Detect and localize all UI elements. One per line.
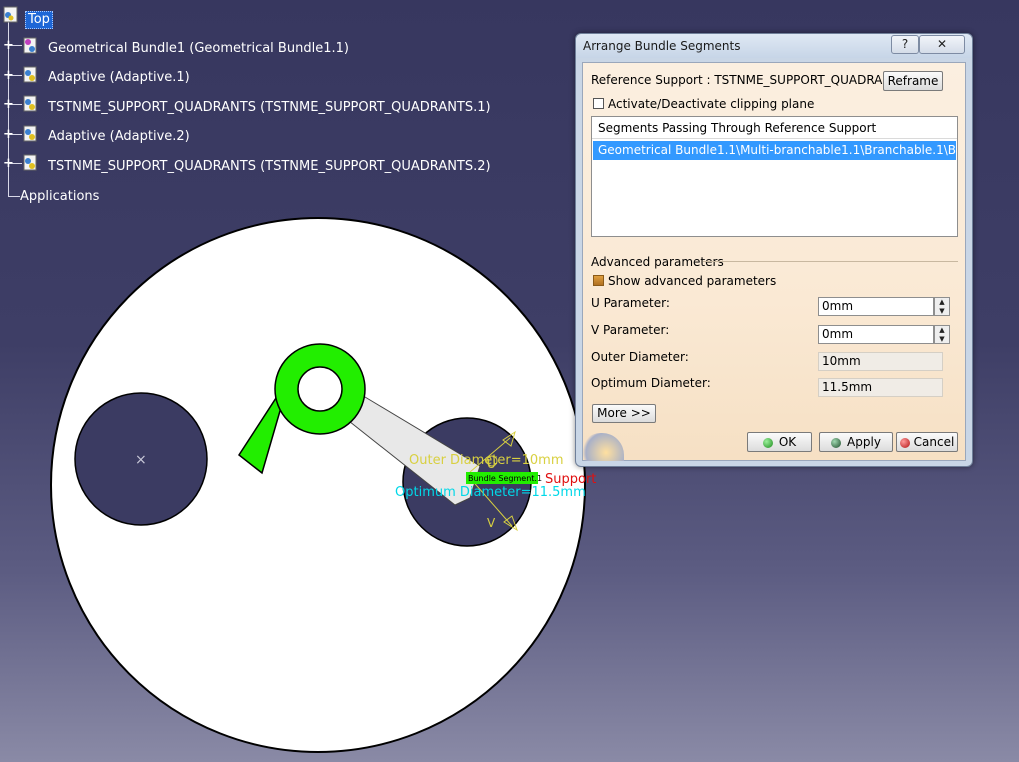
reframe-button[interactable]: Reframe <box>883 71 943 91</box>
tree-node-label[interactable]: TSTNME_SUPPORT_QUADRANTS (TSTNME_SUPPORT… <box>48 100 491 115</box>
optimum-diameter-annotation: Optimum Diameter=11.5mm <box>395 485 586 500</box>
u-label: U <box>487 457 496 471</box>
product-root-icon[interactable] <box>2 6 20 24</box>
tree-root-top[interactable]: Top <box>25 11 53 29</box>
tree-node-label[interactable]: Adaptive (Adaptive.1) <box>48 70 190 85</box>
clipping-plane-checkbox[interactable] <box>593 98 604 109</box>
apply-button[interactable]: Apply <box>819 432 893 452</box>
v-parameter-spinner[interactable]: ▲ ▼ <box>934 325 950 344</box>
v-label: V <box>487 516 496 530</box>
adaptive-ring-hole <box>297 366 343 412</box>
spin-down-icon[interactable]: ▼ <box>935 335 949 343</box>
applications-node-label[interactable]: Applications <box>20 189 99 204</box>
tree-node-label[interactable]: Adaptive (Adaptive.2) <box>48 129 190 144</box>
tree-node-label[interactable]: Geometrical Bundle1 (Geometrical Bundle1… <box>48 41 349 56</box>
cancel-button[interactable]: Cancel <box>896 432 958 452</box>
spin-up-icon[interactable]: ▲ <box>935 298 949 306</box>
optimum-diameter-label: Optimum Diameter: <box>591 376 711 390</box>
expand-icon[interactable]: + <box>3 98 14 111</box>
expand-icon[interactable]: + <box>3 69 14 82</box>
specification-tree: Top + Geometrical Bundle1 (Geometrical B… <box>0 0 560 215</box>
dialog-titlebar[interactable]: Arrange Bundle Segments ? ✕ <box>576 34 972 58</box>
close-button[interactable]: ✕ <box>919 35 965 54</box>
part-icon <box>23 95 37 112</box>
arrange-bundle-segments-dialog: Arrange Bundle Segments ? ✕ Reference Su… <box>575 33 973 467</box>
v-parameter-field[interactable]: 0mm <box>818 325 934 344</box>
clipping-plane-label[interactable]: Activate/Deactivate clipping plane <box>608 97 814 111</box>
segments-list-header: Segments Passing Through Reference Suppo… <box>592 117 957 139</box>
geometrical-bundle-icon <box>23 37 37 54</box>
ok-label: OK <box>778 435 797 449</box>
part-icon <box>23 125 37 142</box>
expand-icon[interactable]: + <box>3 157 14 170</box>
globe-decoration-icon <box>579 433 624 461</box>
show-advanced-label[interactable]: Show advanced parameters <box>608 274 776 288</box>
dialog-title: Arrange Bundle Segments <box>583 39 741 53</box>
apply-icon <box>831 437 842 448</box>
part-icon <box>23 154 37 171</box>
tree-branch-line <box>8 196 20 197</box>
advanced-parameters-title: Advanced parameters <box>591 255 724 269</box>
tree-node-label[interactable]: TSTNME_SUPPORT_QUADRANTS (TSTNME_SUPPORT… <box>48 159 491 174</box>
apply-label: Apply <box>847 435 881 449</box>
support-annotation: Support <box>545 472 596 487</box>
segments-list-item[interactable]: Geometrical Bundle1.1\Multi-branchable1.… <box>593 141 956 160</box>
part-icon <box>23 66 37 83</box>
expand-icon[interactable]: + <box>3 39 14 52</box>
outer-diameter-label: Outer Diameter: <box>591 350 689 364</box>
bundle-segment-tag: Bundle Segment.1 <box>468 474 542 483</box>
show-advanced-checkbox[interactable] <box>593 275 604 286</box>
ok-icon <box>762 437 773 448</box>
cancel-icon <box>899 437 910 448</box>
center-mark: × <box>135 452 147 468</box>
optimum-diameter-value: 11.5mm <box>818 378 943 397</box>
ok-button[interactable]: OK <box>747 432 812 452</box>
reference-support-label: Reference Support : TSTNME_SUPPORT_QUADR… <box>591 73 918 87</box>
more-button[interactable]: More >> <box>592 404 656 423</box>
spin-down-icon[interactable]: ▼ <box>935 307 949 315</box>
segments-listbox[interactable]: Segments Passing Through Reference Suppo… <box>591 116 958 237</box>
v-parameter-label: V Parameter: <box>591 323 670 337</box>
outer-diameter-value: 10mm <box>818 352 943 371</box>
u-parameter-spinner[interactable]: ▲ ▼ <box>934 297 950 316</box>
u-parameter-label: U Parameter: <box>591 296 670 310</box>
u-parameter-field[interactable]: 0mm <box>818 297 934 316</box>
help-button[interactable]: ? <box>891 35 919 54</box>
dialog-client-area: Reference Support : TSTNME_SUPPORT_QUADR… <box>579 62 966 461</box>
expand-icon[interactable]: + <box>3 128 14 141</box>
spin-up-icon[interactable]: ▲ <box>935 326 949 334</box>
advanced-separator <box>703 261 958 262</box>
cancel-label: Cancel <box>913 435 955 449</box>
